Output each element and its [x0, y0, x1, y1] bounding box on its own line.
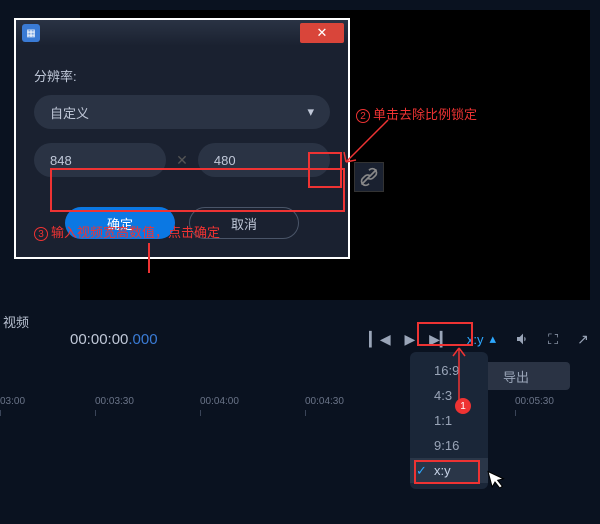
playback-bar: 00:00:00.000 ▎◀ ▶ ▶▎ x:y ▴ ⛶ ↗ — [70, 322, 592, 356]
check-icon: ✓ — [416, 463, 427, 479]
annotation-2: 2单击去除比例锁定 — [356, 104, 477, 123]
chevron-down-icon: ▾ — [307, 104, 314, 120]
ratio-option-16-9[interactable]: 16:9 — [410, 358, 488, 383]
play-button[interactable]: ▶ — [401, 330, 419, 348]
ratio-option-1-1[interactable]: 1:1 — [410, 408, 488, 433]
preset-value: 自定义 — [50, 103, 89, 122]
ruler-ticks: 03:00 00:03:30 00:04:00 00:04:30 00:05:0… — [0, 396, 600, 420]
annotation-1: 1 — [455, 398, 471, 414]
ratio-btn-label: x:y — [467, 332, 484, 347]
width-input[interactable]: 848 — [34, 143, 166, 177]
annotation-2-number: 2 — [356, 109, 370, 123]
aspect-lock-button[interactable] — [354, 162, 384, 192]
ruler-tick: 03:00 — [0, 396, 80, 407]
annotation-2-text: 单击去除比例锁定 — [373, 107, 477, 122]
ruler-tick: 00:04:30 — [305, 396, 385, 407]
ratio-option-4-3[interactable]: 4:3 — [410, 383, 488, 408]
mouse-cursor-icon — [487, 466, 511, 497]
aspect-ratio-menu: 16:9 4:3 1:1 9:16 ✓ x:y — [410, 352, 488, 489]
chevron-up-icon: ▴ — [489, 331, 496, 347]
resolution-preset-select[interactable]: 自定义 ▾ — [34, 95, 330, 129]
next-frame-button[interactable]: ▶▎ — [431, 330, 449, 348]
app-icon: ▦ — [22, 24, 40, 42]
unlink-icon — [359, 167, 379, 187]
timeline-ruler[interactable]: 03:00 00:03:30 00:04:00 00:04:30 00:05:0… — [0, 396, 600, 420]
ratio-option-label: x:y — [434, 463, 451, 478]
annotation-3: 3输入视频宽高数值，点击确定 — [34, 222, 220, 241]
sidebar-label: 视频 — [3, 312, 29, 331]
dialog-titlebar[interactable]: ▦ ✕ — [14, 18, 350, 46]
popout-button[interactable]: ↗ — [574, 330, 592, 348]
timecode-hms: 00:00:00 — [70, 331, 128, 348]
timecode: 00:00:00.000 — [70, 330, 158, 348]
fullscreen-button[interactable]: ⛶ — [544, 330, 562, 348]
prev-frame-button[interactable]: ▎◀ — [371, 330, 389, 348]
dimension-separator-icon: ✕ — [176, 152, 188, 169]
annotation-1-number: 1 — [460, 401, 466, 412]
ruler-tick: 00:04:00 — [200, 396, 280, 407]
ruler-tick: 00:05:30 — [515, 396, 595, 407]
height-input[interactable]: 480 — [198, 143, 330, 177]
annotation-3-text: 输入视频宽高数值，点击确定 — [51, 225, 220, 240]
volume-button[interactable] — [514, 330, 532, 348]
aspect-ratio-button[interactable]: x:y ▴ — [461, 329, 502, 349]
width-value: 848 — [50, 153, 72, 168]
annotation-3-number: 3 — [34, 227, 48, 241]
close-button[interactable]: ✕ — [300, 23, 344, 43]
ratio-option-xy[interactable]: ✓ x:y — [410, 458, 488, 483]
timecode-ms: .000 — [128, 331, 157, 348]
ruler-tick: 00:03:30 — [95, 396, 175, 407]
ratio-option-9-16[interactable]: 9:16 — [410, 433, 488, 458]
height-value: 480 — [214, 153, 236, 168]
resolution-label: 分辨率: — [34, 66, 330, 85]
